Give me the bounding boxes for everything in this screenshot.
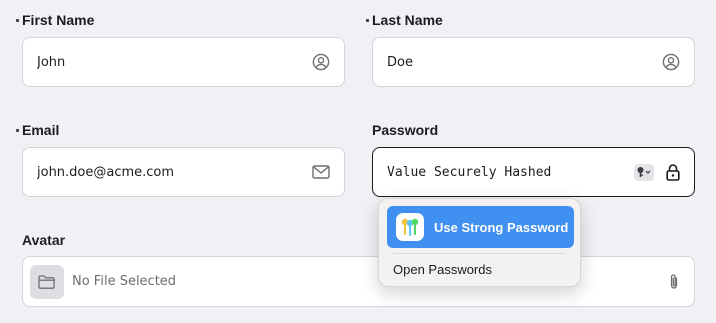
email-value[interactable]: john.doe@acme.com: [37, 165, 312, 180]
last-name-value[interactable]: Doe: [387, 55, 662, 70]
email-label-text: Email: [22, 122, 60, 138]
password-suggestion-popover: Use Strong Password Open Passwords: [378, 198, 581, 287]
avatar-label-text: Avatar: [22, 232, 66, 248]
last-name-label-text: Last Name: [372, 12, 443, 28]
first-name-field[interactable]: John: [22, 37, 345, 87]
passwords-app-icon: [396, 213, 424, 241]
paperclip-icon[interactable]: [668, 273, 680, 291]
lock-icon[interactable]: [666, 163, 680, 181]
required-indicator: [366, 18, 369, 22]
use-strong-password-label: Use Strong Password: [434, 219, 569, 235]
avatar-file-field[interactable]: No File Selected: [22, 256, 695, 307]
last-name-label: Last Name: [366, 11, 443, 29]
open-passwords-label: Open Passwords: [393, 261, 492, 277]
required-indicator: [16, 18, 19, 22]
open-passwords-button[interactable]: Open Passwords: [393, 260, 492, 278]
first-name-label-text: First Name: [22, 12, 95, 28]
email-label: Email: [16, 121, 59, 139]
person-circle-icon[interactable]: [312, 53, 330, 71]
first-name-value[interactable]: John: [37, 55, 312, 70]
key-icon[interactable]: [634, 163, 654, 181]
required-indicator: [16, 128, 19, 132]
last-name-field[interactable]: Doe: [372, 37, 695, 87]
password-field[interactable]: Value Securely Hashed: [372, 147, 695, 197]
password-label: Password: [372, 121, 438, 139]
password-label-text: Password: [372, 122, 439, 138]
use-strong-password-button[interactable]: Use Strong Password: [387, 206, 574, 248]
popover-divider: [393, 253, 566, 254]
folder-icon[interactable]: [30, 264, 64, 299]
person-circle-icon[interactable]: [662, 53, 680, 71]
avatar-label: Avatar: [22, 231, 65, 249]
password-value[interactable]: Value Securely Hashed: [387, 165, 634, 180]
first-name-label: First Name: [16, 11, 94, 29]
envelope-icon[interactable]: [312, 165, 330, 179]
email-field[interactable]: john.doe@acme.com: [22, 147, 345, 197]
